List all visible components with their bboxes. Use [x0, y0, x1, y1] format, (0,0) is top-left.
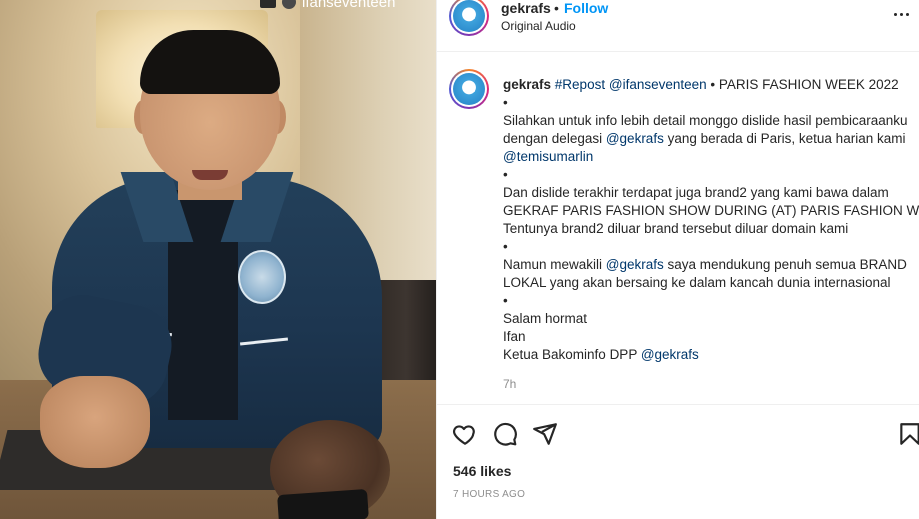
action-bar: 546 likes 7 HOURS AGO — [437, 404, 919, 519]
caption-text-segment: Dan dislide terakhir terdapat juga brand… — [503, 185, 889, 200]
caption-line: Salam hormat — [503, 310, 919, 328]
caption-line: • — [503, 166, 919, 184]
caption-line: • — [503, 94, 919, 112]
caption-line: Silahkan untuk info lebih detail monggo … — [503, 112, 919, 130]
caption-text-segment: Ifan — [503, 329, 526, 344]
person-mouth — [192, 170, 228, 180]
watermark-avatar — [282, 0, 296, 9]
caption-text-segment: Ketua Bakominfo DPP — [503, 347, 641, 362]
caption-line: Ketua Bakominfo DPP @gekrafs — [503, 346, 919, 364]
caption-text-segment: yang berada di Paris, ketua harian kami — [663, 131, 906, 146]
caption-mention-link[interactable]: @gekrafs — [606, 131, 664, 146]
caption-text-segment: dengan delegasi — [503, 131, 606, 146]
caption-line: Tentunya brand2 diluar brand tersebut di… — [503, 220, 919, 238]
caption-line: • — [503, 238, 919, 256]
caption-text-segment: LOKAL yang akan bersaing ke dalam kancah… — [503, 275, 891, 290]
post-header: GK gekrafs • Follow Original Audio — [437, 0, 919, 52]
profile-avatar[interactable]: GK — [449, 0, 489, 36]
caption-line: GEKRAF PARIS FASHION SHOW DURING (AT) PA… — [503, 202, 919, 220]
post-time[interactable]: 7h — [503, 377, 516, 391]
person-hands — [40, 376, 150, 468]
caption-line: gekrafs #Repost @ifanseventeen • PARIS F… — [503, 76, 919, 94]
caption-text-segment: • — [503, 167, 508, 182]
share-icon[interactable] — [532, 421, 558, 447]
caption-text-segment: Salam hormat — [503, 311, 588, 326]
caption-mention-link[interactable]: @gekrafs — [641, 347, 699, 362]
caption-avatar[interactable]: GK — [449, 69, 489, 109]
caption-text-segment: • PARIS FASHION WEEK 2022 — [706, 77, 899, 92]
caption-text-segment: saya mendukung penuh semua BRAND — [663, 257, 907, 272]
caption-username[interactable]: gekrafs — [503, 77, 551, 92]
reels-icon — [260, 0, 276, 8]
caption-line: Ifan — [503, 328, 919, 346]
caption-text-segment: Silahkan untuk info lebih detail monggo … — [503, 113, 908, 128]
avatar-logo: GK — [453, 73, 485, 105]
caption-line: • — [503, 292, 919, 310]
comment-icon[interactable] — [492, 421, 518, 447]
heart-icon[interactable] — [452, 421, 478, 447]
caption-line: @temisumarlin — [503, 148, 919, 166]
caption-mention-link[interactable]: @gekrafs — [606, 257, 664, 272]
watermark-username: ifanseventeen — [302, 0, 396, 11]
phone — [277, 488, 369, 519]
post-side-panel: GK gekrafs • Follow Original Audio GK ge… — [436, 0, 919, 519]
caption-section: GK gekrafs #Repost @ifanseventeen • PARI… — [437, 52, 919, 404]
save-icon[interactable] — [897, 421, 919, 447]
caption-text-segment: GEKRAF PARIS FASHION SHOW DURING (AT) PA… — [503, 203, 919, 218]
likes-count[interactable]: 546 likes — [453, 463, 511, 479]
caption-text-segment: • — [503, 239, 508, 254]
caption-text-segment: • — [503, 293, 508, 308]
caption-line: Namun mewakili @gekrafs saya mendukung p… — [503, 256, 919, 274]
caption-line: LOKAL yang akan bersaing ke dalam kancah… — [503, 274, 919, 292]
jacket-badge — [238, 250, 286, 304]
caption-mention-link[interactable]: @temisumarlin — [503, 149, 593, 164]
avatar-logo: GK — [453, 0, 485, 32]
caption-text-segment: Namun mewakili — [503, 257, 606, 272]
caption-line: Dan dislide terakhir terdapat juga brand… — [503, 184, 919, 202]
caption-line: dengan delegasi @gekrafs yang berada di … — [503, 130, 919, 148]
caption-mention-link[interactable]: #Repost — [555, 77, 605, 92]
follow-button[interactable]: Follow — [564, 0, 608, 16]
caption-mention-link[interactable]: @ifanseventeen — [609, 77, 707, 92]
post-date[interactable]: 7 HOURS AGO — [453, 489, 525, 500]
post-media[interactable]: ifanseventeen — [0, 0, 436, 519]
more-options-icon[interactable] — [894, 6, 914, 22]
caption-text: gekrafs #Repost @ifanseventeen • PARIS F… — [503, 76, 919, 364]
header-username[interactable]: gekrafs — [501, 0, 551, 16]
header-separator: • — [554, 0, 559, 16]
caption-text-segment: • — [503, 95, 508, 110]
caption-text-segment: Tentunya brand2 diluar brand tersebut di… — [503, 221, 849, 236]
video-watermark: ifanseventeen — [260, 0, 396, 11]
audio-label[interactable]: Original Audio — [501, 19, 576, 33]
